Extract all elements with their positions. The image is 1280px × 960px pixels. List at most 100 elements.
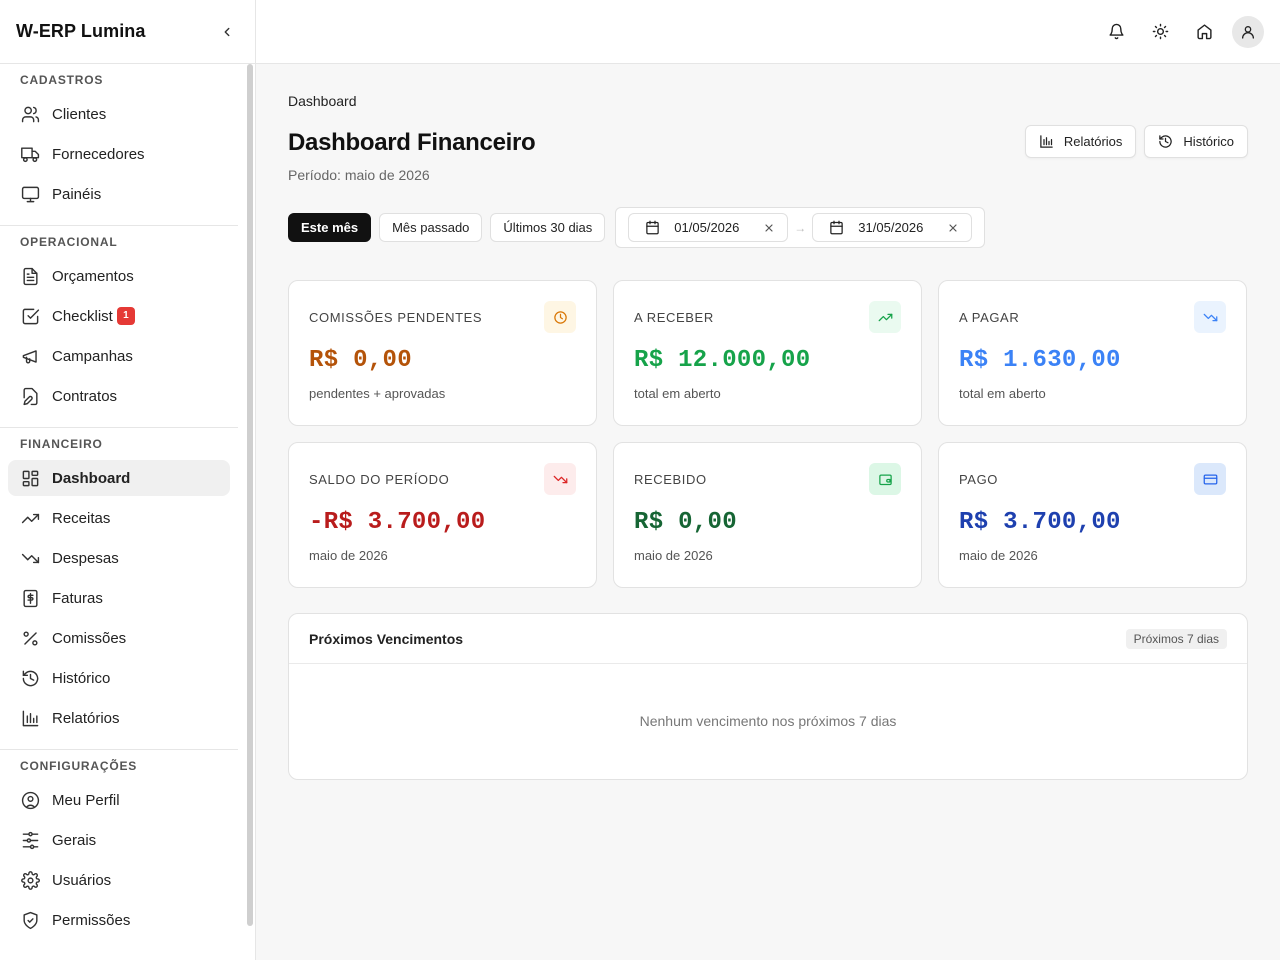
- user-circle-icon: [21, 791, 39, 809]
- trending-down-icon: [544, 463, 576, 495]
- collapse-sidebar-button[interactable]: [215, 20, 239, 44]
- sidebar-item-label: Painéis: [52, 185, 102, 203]
- kpi-label: RECEBIDO: [634, 472, 707, 487]
- page-title: Dashboard Financeiro: [288, 129, 536, 156]
- clock-icon: [544, 301, 576, 333]
- sidebar-section: OPERACIONAL Orçamentos Checklist 1 Campanhas…: [0, 226, 238, 428]
- shield-check-icon: [22, 911, 38, 929]
- breadcrumb[interactable]: Dashboard: [288, 93, 1248, 109]
- sidebar-item-checklist[interactable]: Checklist 1: [8, 298, 230, 334]
- sidebar-item-label: Histórico: [52, 669, 111, 687]
- receipt-dollar-icon: [22, 589, 38, 607]
- trending-down-icon: [21, 553, 39, 563]
- filter-last-30-days[interactable]: Últimos 30 dias: [490, 213, 606, 242]
- filter-this-month[interactable]: Este mês: [288, 213, 372, 242]
- kpi-value: R$ 0,00: [309, 347, 412, 374]
- history-button[interactable]: Histórico: [1144, 125, 1248, 158]
- user-icon: [1242, 25, 1254, 39]
- monitor-icon: [20, 184, 40, 204]
- sidebar-item-despesas[interactable]: Despesas: [8, 540, 230, 576]
- monitor-icon: [21, 186, 39, 202]
- date-to-input[interactable]: 31/05/2026: [812, 213, 973, 242]
- upcoming-range-badge: Próximos 7 dias: [1125, 628, 1227, 649]
- theme-toggle-button[interactable]: [1144, 16, 1176, 48]
- sidebar-item-fornecedores[interactable]: Fornecedores: [8, 136, 230, 172]
- trending-up-icon: [20, 508, 40, 528]
- bar-chart-icon: [22, 710, 38, 726]
- layout-dashboard-icon: [20, 468, 40, 488]
- notifications-button[interactable]: [1100, 16, 1132, 48]
- history-icon: [20, 668, 40, 688]
- truck-icon: [20, 144, 40, 164]
- sidebar-item-receitas[interactable]: Receitas: [8, 500, 230, 536]
- wallet-icon: [869, 463, 901, 495]
- sidebar-item-permissoes[interactable]: Permissões: [8, 902, 230, 938]
- sidebar-item-orcamentos[interactable]: Orçamentos: [8, 258, 230, 294]
- sidebar-item-contratos[interactable]: Contratos: [8, 378, 230, 414]
- sliders-icon: [20, 830, 40, 850]
- kpi-label: PAGO: [959, 472, 999, 487]
- home-button[interactable]: [1188, 16, 1220, 48]
- reports-button-label: Relatórios: [1063, 134, 1123, 149]
- date-to-value: 31/05/2026: [858, 220, 924, 235]
- megaphone-icon: [20, 346, 40, 366]
- sidebar-item-usuarios[interactable]: Usuários: [8, 862, 230, 898]
- bar-chart-icon: [1040, 135, 1053, 148]
- filter-last-month[interactable]: Mês passado: [379, 213, 483, 242]
- kpi-subtitle: total em aberto: [634, 386, 721, 401]
- sidebar-item-faturas[interactable]: Faturas: [8, 580, 230, 616]
- sidebar-section: CADASTROS Clientes Fornecedores Painéis: [0, 64, 238, 226]
- history-icon: [22, 670, 38, 686]
- sidebar-scrollbar[interactable]: [247, 64, 253, 926]
- sidebar-item-label: Orçamentos: [52, 267, 134, 285]
- sidebar-item-dashboard[interactable]: Dashboard: [8, 460, 230, 496]
- clear-date-to-icon[interactable]: [947, 222, 959, 234]
- kpi-subtitle: maio de 2026: [634, 548, 713, 563]
- sidebar-item-relatorios[interactable]: Relatórios: [8, 700, 230, 736]
- layout-dashboard-icon: [22, 470, 38, 486]
- header-actions: Relatórios Histórico: [1024, 125, 1248, 158]
- sidebar-item-label: Relatórios: [52, 709, 120, 727]
- trending-down-icon: [1194, 301, 1226, 333]
- period-label: Período: maio de 2026: [288, 167, 430, 183]
- sidebar-item-label: Despesas: [52, 549, 119, 567]
- date-from-input[interactable]: 01/05/2026: [628, 213, 789, 242]
- sidebar-item-meu-perfil[interactable]: Meu Perfil: [8, 782, 230, 818]
- sidebar-item-label: Comissões: [52, 629, 127, 647]
- megaphone-icon: [22, 349, 37, 363]
- sliders-icon: [22, 831, 38, 849]
- sidebar-item-comissoes[interactable]: Comissões: [8, 620, 230, 656]
- sidebar-item-label: Fornecedores: [52, 145, 145, 163]
- kpi-label: A RECEBER: [634, 310, 714, 325]
- shield-check-icon: [20, 910, 40, 930]
- reports-button[interactable]: Relatórios: [1024, 125, 1137, 158]
- clear-date-from-icon[interactable]: [763, 222, 775, 234]
- bar-chart-icon: [20, 708, 40, 728]
- file-edit-icon: [20, 386, 40, 406]
- sidebar: W-ERP Lumina CADASTROS Clientes Fornecedor…: [0, 0, 256, 960]
- kpi-value: -R$ 3.700,00: [309, 509, 486, 536]
- period-filters: Este mês Mês passado Últimos 30 dias 01/…: [288, 207, 1248, 248]
- upcoming-due-panel: Próximos Vencimentos Próximos 7 dias Nen…: [288, 613, 1248, 780]
- users-icon: [21, 106, 39, 122]
- kpi-subtitle: total em aberto: [959, 386, 1046, 401]
- kpi-card: RECEBIDO R$ 0,00 maio de 2026: [613, 442, 922, 588]
- settings-icon: [20, 870, 40, 890]
- topbar: [256, 0, 1280, 64]
- credit-card-icon: [1194, 463, 1226, 495]
- sidebar-item-gerais[interactable]: Gerais: [8, 822, 230, 858]
- sidebar-item-paineis[interactable]: Painéis: [8, 176, 230, 212]
- sidebar-item-label: Clientes: [52, 105, 107, 123]
- sidebar-item-clientes[interactable]: Clientes: [8, 96, 230, 132]
- sidebar-item-historico[interactable]: Histórico: [8, 660, 230, 696]
- sidebar-section: CONFIGURAÇÕES Meu Perfil Gerais Usuários Per…: [0, 750, 238, 951]
- user-menu-button[interactable]: [1232, 15, 1264, 48]
- sidebar-item-label: Permissões: [52, 911, 131, 929]
- sun-icon: [1152, 23, 1168, 40]
- history-button-label: Histórico: [1183, 134, 1234, 149]
- sidebar-item-label: Usuários: [52, 871, 112, 889]
- wallet-icon: [878, 474, 892, 485]
- percent-icon: [22, 630, 38, 646]
- sidebar-item-campanhas[interactable]: Campanhas: [8, 338, 230, 374]
- trending-up-icon: [878, 313, 892, 321]
